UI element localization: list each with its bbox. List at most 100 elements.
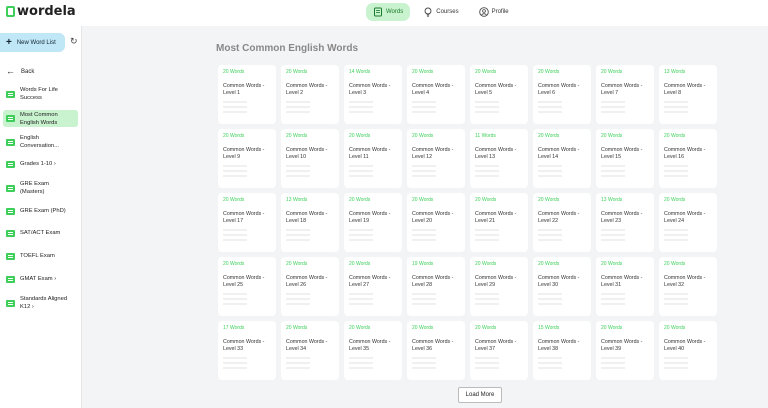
card-title: Common Words - Level 6	[538, 83, 580, 96]
sidebar-item-gmat-exam[interactable]: GMAT Exam ›	[3, 273, 78, 285]
placeholder-line	[286, 367, 310, 369]
sidebar-item-most-common-english-words[interactable]: Most Common English Words	[3, 110, 78, 127]
sidebar-item-words-for-life-success[interactable]: Words For Life Success	[3, 84, 78, 104]
word-list-card[interactable]: 20 Words Common Words - Level 19	[344, 193, 402, 252]
word-count-badge: 20 Words	[475, 261, 497, 267]
back-button[interactable]: ← Back	[6, 67, 34, 76]
word-count-badge: 20 Words	[223, 197, 245, 203]
sidebar: + New Word List ↻ ← Back Words For Life …	[0, 26, 82, 408]
card-placeholder-lines	[475, 293, 523, 305]
word-list-card[interactable]: 20 Words Common Words - Level 29	[470, 257, 528, 316]
refresh-icon[interactable]: ↻	[70, 37, 78, 46]
nav-courses-label: Courses	[436, 9, 459, 15]
word-list-card[interactable]: 11 Words Common Words - Level 13	[470, 129, 528, 188]
word-list-card[interactable]: 20 Words Common Words - Level 6	[533, 65, 591, 124]
placeholder-line	[349, 170, 373, 172]
word-list-card[interactable]: 20 Words Common Words - Level 17	[218, 193, 276, 252]
placeholder-line	[286, 229, 310, 231]
word-list-card[interactable]: 20 Words Common Words - Level 22	[533, 193, 591, 252]
word-list-card[interactable]: 20 Words Common Words - Level 7	[596, 65, 654, 124]
word-list-card[interactable]: 13 Words Common Words - Level 18	[281, 193, 339, 252]
word-list-card[interactable]: 20 Words Common Words - Level 35	[344, 321, 402, 380]
word-list-card[interactable]: 20 Words Common Words - Level 10	[281, 129, 339, 188]
word-list-card[interactable]: 13 Words Common Words - Level 8	[659, 65, 717, 124]
word-list-card[interactable]: 20 Words Common Words - Level 11	[344, 129, 402, 188]
word-count-badge: 20 Words	[475, 69, 497, 75]
word-list-card[interactable]: 20 Words Common Words - Level 25	[218, 257, 276, 316]
placeholder-line	[538, 101, 562, 103]
word-list-card[interactable]: 20 Words Common Words - Level 5	[470, 65, 528, 124]
nav-profile[interactable]: Profile	[472, 3, 516, 21]
card-title: Common Words - Level 24	[664, 211, 706, 224]
card-title: Common Words - Level 12	[412, 147, 454, 160]
word-count-badge: 20 Words	[349, 197, 371, 203]
card-placeholder-lines	[223, 101, 271, 113]
word-list-card[interactable]: 20 Words Common Words - Level 21	[470, 193, 528, 252]
card-placeholder-lines	[664, 293, 712, 305]
word-list-card[interactable]: 20 Words Common Words - Level 12	[407, 129, 465, 188]
word-list-card[interactable]: 13 Words Common Words - Level 23	[596, 193, 654, 252]
word-list-card[interactable]: 19 Words Common Words - Level 28	[407, 257, 465, 316]
list-icon	[6, 115, 15, 122]
sidebar-item-gre-exam-masters[interactable]: GRE Exam (Masters)	[3, 178, 78, 198]
word-count-badge: 20 Words	[664, 261, 686, 267]
placeholder-line	[664, 229, 688, 231]
nav-courses[interactable]: Courses	[416, 3, 465, 21]
word-list-card[interactable]: 15 Words Common Words - Level 38	[533, 321, 591, 380]
word-list-card[interactable]: 20 Words Common Words - Level 32	[659, 257, 717, 316]
word-list-card[interactable]: 20 Words Common Words - Level 14	[533, 129, 591, 188]
word-list-card[interactable]: 20 Words Common Words - Level 1	[218, 65, 276, 124]
word-list-card[interactable]: 20 Words Common Words - Level 4	[407, 65, 465, 124]
placeholder-line	[223, 239, 247, 241]
nav-words[interactable]: Words	[366, 3, 411, 21]
back-label: Back	[21, 68, 35, 75]
lightbulb-icon	[423, 7, 433, 17]
card-placeholder-lines	[223, 357, 271, 369]
card-title: Common Words - Level 18	[286, 211, 328, 224]
card-placeholder-lines	[286, 229, 334, 241]
sidebar-item-english-conversation[interactable]: English Conversation...	[3, 132, 78, 152]
word-list-card[interactable]: 14 Words Common Words - Level 3	[344, 65, 402, 124]
card-title: Common Words - Level 7	[601, 83, 643, 96]
placeholder-line	[286, 111, 310, 113]
word-list-card[interactable]: 20 Words Common Words - Level 31	[596, 257, 654, 316]
word-list-card[interactable]: 20 Words Common Words - Level 26	[281, 257, 339, 316]
load-more-button[interactable]: Load More	[458, 387, 502, 403]
card-placeholder-lines	[286, 165, 334, 177]
word-list-card[interactable]: 17 Words Common Words - Level 33	[218, 321, 276, 380]
sidebar-item-gre-exam-phd[interactable]: GRE Exam (PhD)	[3, 205, 78, 217]
placeholder-line	[223, 298, 247, 300]
word-list-card[interactable]: 20 Words Common Words - Level 16	[659, 129, 717, 188]
placeholder-line	[349, 111, 373, 113]
placeholder-line	[664, 111, 688, 113]
word-list-card[interactable]: 20 Words Common Words - Level 9	[218, 129, 276, 188]
word-list-card[interactable]: 20 Words Common Words - Level 20	[407, 193, 465, 252]
card-placeholder-lines	[538, 293, 586, 305]
word-list-card[interactable]: 20 Words Common Words - Level 24	[659, 193, 717, 252]
word-list-card[interactable]: 20 Words Common Words - Level 2	[281, 65, 339, 124]
word-list-card[interactable]: 20 Words Common Words - Level 34	[281, 321, 339, 380]
word-list-card[interactable]: 20 Words Common Words - Level 37	[470, 321, 528, 380]
new-word-list-button[interactable]: + New Word List	[0, 33, 65, 52]
sidebar-item-grades-1-10[interactable]: Grades 1-10 ›	[3, 158, 78, 170]
word-list-card[interactable]: 20 Words Common Words - Level 36	[407, 321, 465, 380]
sidebar-item-toefl-exam[interactable]: TOEFL Exam	[3, 250, 78, 262]
sidebar-item-sat-act-exam[interactable]: SAT/ACT Exam	[3, 227, 78, 239]
placeholder-line	[475, 293, 499, 295]
placeholder-line	[601, 229, 625, 231]
sidebar-item-standards-aligned-k12[interactable]: Standards Aligned K12 ›	[3, 293, 78, 313]
word-list-card[interactable]: 20 Words Common Words - Level 30	[533, 257, 591, 316]
logo[interactable]: wordela	[6, 4, 76, 19]
card-title: Common Words - Level 36	[412, 339, 454, 352]
card-placeholder-lines	[349, 165, 397, 177]
placeholder-line	[286, 234, 310, 236]
placeholder-line	[349, 229, 373, 231]
word-list-card[interactable]: 20 Words Common Words - Level 27	[344, 257, 402, 316]
word-list-card[interactable]: 20 Words Common Words - Level 39	[596, 321, 654, 380]
word-list-card[interactable]: 20 Words Common Words - Level 40	[659, 321, 717, 380]
card-placeholder-lines	[601, 293, 649, 305]
word-count-badge: 14 Words	[349, 69, 371, 75]
placeholder-line	[475, 165, 499, 167]
word-list-card[interactable]: 20 Words Common Words - Level 15	[596, 129, 654, 188]
placeholder-line	[223, 106, 247, 108]
